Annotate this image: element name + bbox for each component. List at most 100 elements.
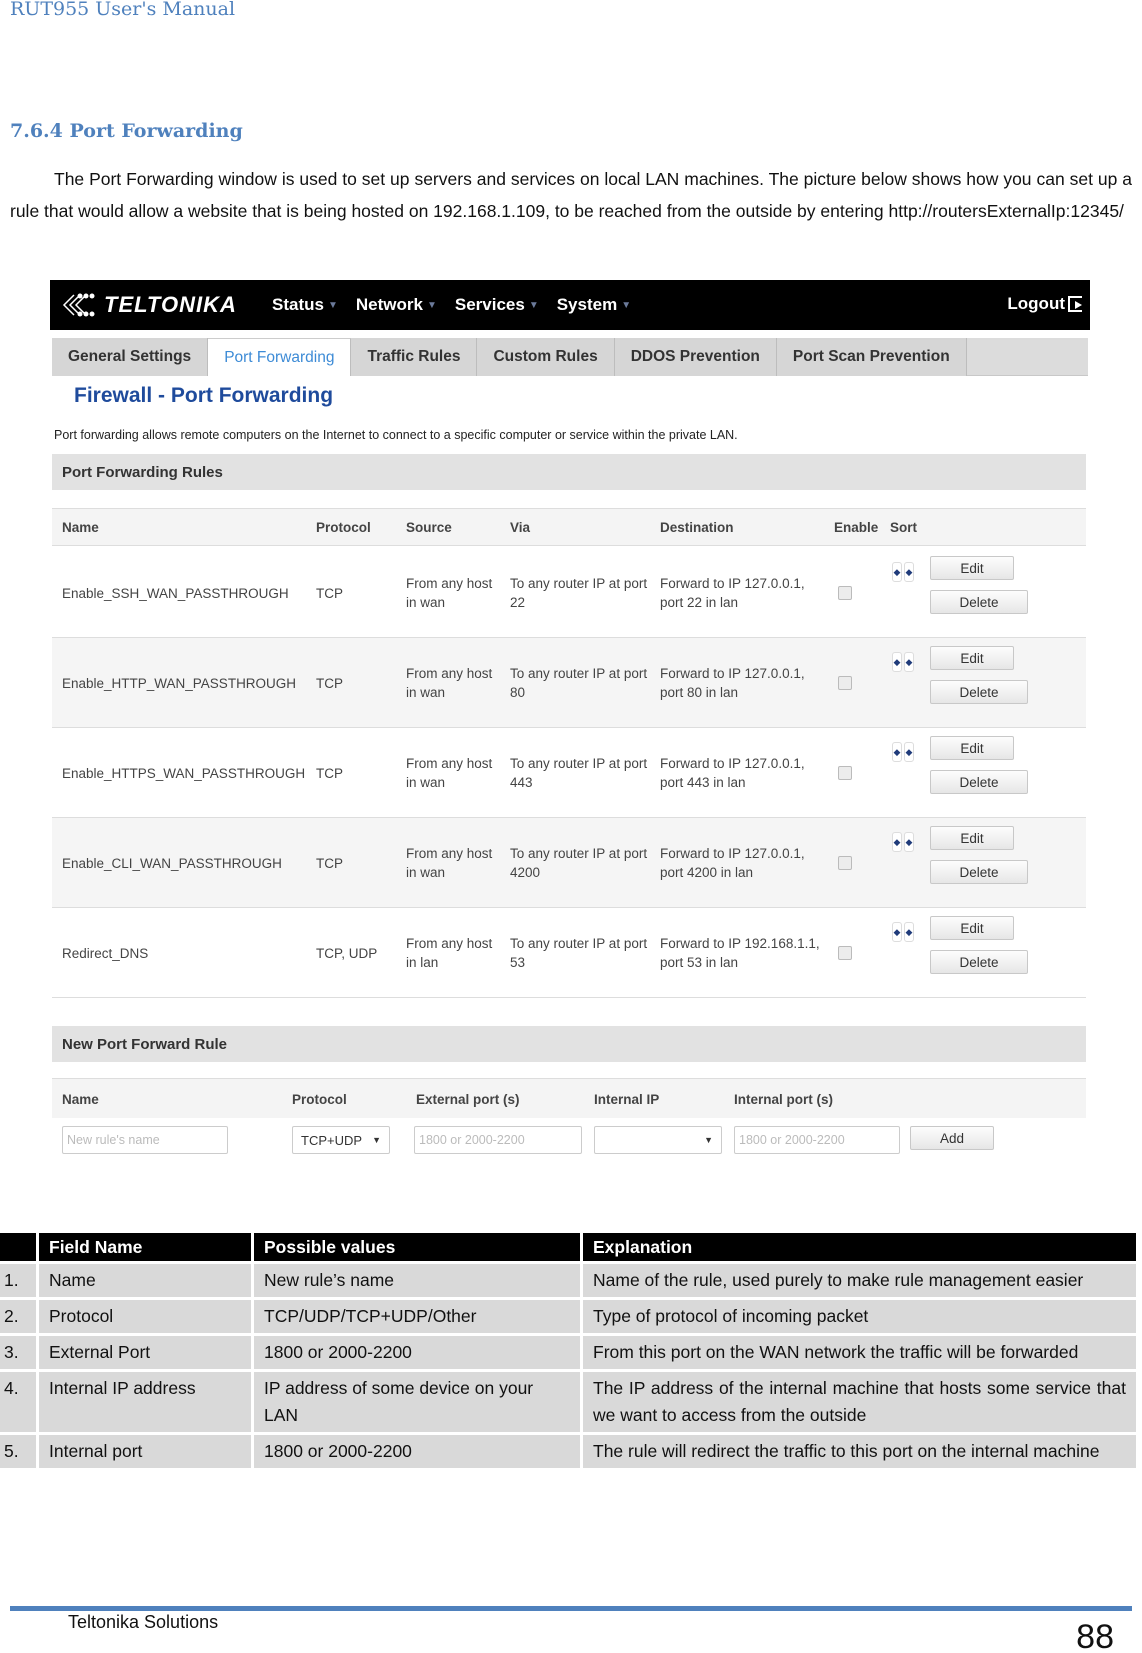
rule-enable-checkbox[interactable] bbox=[838, 946, 852, 960]
edit-button[interactable]: Edit bbox=[930, 826, 1014, 850]
page-description: Port forwarding allows remote computers … bbox=[54, 428, 738, 442]
col-destination: Destination bbox=[660, 520, 734, 535]
header-possible-values: Possible values bbox=[254, 1233, 580, 1261]
sort-down-icon[interactable]: ◆ bbox=[904, 742, 914, 762]
table-row: 5. Internal port 1800 or 2000-2200 The rule… bbox=[0, 1435, 1136, 1468]
rule-source-line1: From any host bbox=[406, 846, 493, 861]
teltonika-logo-icon bbox=[62, 293, 95, 317]
tab-general-settings[interactable]: General Settings bbox=[52, 338, 209, 376]
sort-up-icon[interactable]: ◆ bbox=[892, 652, 902, 672]
delete-button[interactable]: Delete bbox=[930, 680, 1028, 704]
chevron-down-icon: ▼ bbox=[528, 299, 539, 311]
table-row: 3. External Port 1800 or 2000-2200 From thi… bbox=[0, 1336, 1136, 1369]
new-rule-section-header: New Port Forward Rule bbox=[52, 1026, 1086, 1062]
nav-system[interactable]: System ▼ bbox=[557, 295, 631, 315]
sort-down-icon[interactable]: ◆ bbox=[904, 922, 914, 942]
delete-button[interactable]: Delete bbox=[930, 950, 1028, 974]
tab-custom-rules[interactable]: Custom Rules bbox=[477, 338, 615, 376]
intro-paragraph: The Port Forwarding window is used to se… bbox=[10, 163, 1132, 227]
sort-up-icon[interactable]: ◆ bbox=[892, 742, 902, 762]
new-col-name: Name bbox=[62, 1092, 99, 1107]
rule-via-line2: 4200 bbox=[510, 865, 541, 880]
new-rule-external-port-input[interactable]: 1800 or 2000-2200 bbox=[414, 1126, 582, 1154]
new-rule-protocol-select[interactable]: TCP+UDP ▼ bbox=[292, 1126, 390, 1154]
new-rule-internal-ip-select[interactable]: ▼ bbox=[594, 1126, 722, 1154]
edit-button[interactable]: Edit bbox=[930, 646, 1014, 670]
page-title: Firewall - Port Forwarding bbox=[74, 384, 334, 407]
field-name: Protocol bbox=[39, 1300, 251, 1333]
tab-port-scan-prevention[interactable]: Port Scan Prevention bbox=[776, 338, 967, 376]
tab-traffic-rules[interactable]: Traffic Rules bbox=[351, 338, 478, 376]
rule-dest-line2: port 22 in lan bbox=[660, 595, 739, 610]
tab-port-forwarding[interactable]: Port Forwarding bbox=[208, 338, 352, 376]
rule-via: To any router IP at port 53 bbox=[510, 934, 647, 972]
rule-dest-line1: Forward to IP 127.0.0.1, bbox=[660, 576, 805, 591]
rule-via-line2: 22 bbox=[510, 595, 526, 610]
page-number: 88 bbox=[1076, 1618, 1114, 1653]
brand-name: TELTONIKA bbox=[104, 292, 237, 317]
intro-text: The Port Forwarding window is used to se… bbox=[10, 169, 1132, 221]
rule-via: To any router IP at port 22 bbox=[510, 574, 647, 612]
teltonika-logo[interactable]: TELTONIKA bbox=[60, 290, 237, 320]
top-navigation-bar: TELTONIKA Status ▼ Network ▼ Services ▼ Sys… bbox=[50, 280, 1090, 330]
logout-icon bbox=[1068, 296, 1082, 312]
possible-values: New rule’s name bbox=[254, 1264, 580, 1297]
logout-button[interactable]: Logout bbox=[1007, 294, 1082, 314]
nav-network[interactable]: Network ▼ bbox=[356, 295, 437, 315]
col-via: Via bbox=[510, 520, 531, 535]
rule-protocol: TCP bbox=[316, 586, 343, 601]
rule-via: To any router IP at port 80 bbox=[510, 664, 647, 702]
new-rule-internal-port-input[interactable]: 1800 or 2000-2200 bbox=[734, 1126, 900, 1154]
rule-enable-checkbox[interactable] bbox=[838, 586, 852, 600]
row-number: 2. bbox=[0, 1300, 36, 1333]
table-row: 1. Name New rule’s name Name of the rule, u… bbox=[0, 1264, 1136, 1297]
header-num bbox=[0, 1233, 36, 1261]
sort-down-icon[interactable]: ◆ bbox=[904, 562, 914, 582]
rule-source-line2: in wan bbox=[406, 595, 446, 610]
rule-name: Enable_HTTP_WAN_PASSTHROUGH bbox=[62, 676, 297, 691]
delete-button[interactable]: Delete bbox=[930, 860, 1028, 884]
possible-values: 1800 or 2000-2200 bbox=[254, 1435, 580, 1468]
rule-via-line1: To any router IP at port bbox=[510, 756, 648, 771]
edit-button[interactable]: Edit bbox=[930, 916, 1014, 940]
sort-up-icon[interactable]: ◆ bbox=[892, 562, 902, 582]
header-field-name: Field Name bbox=[39, 1233, 251, 1261]
new-col-protocol: Protocol bbox=[292, 1092, 347, 1107]
sort-up-icon[interactable]: ◆ bbox=[892, 922, 902, 942]
nav-network-label: Network bbox=[355, 295, 423, 314]
sort-down-icon[interactable]: ◆ bbox=[904, 832, 914, 852]
nav-services-label: Services bbox=[454, 295, 525, 314]
rule-via-line2: 53 bbox=[510, 955, 526, 970]
delete-button[interactable]: Delete bbox=[930, 590, 1028, 614]
add-rule-button[interactable]: Add bbox=[910, 1126, 994, 1150]
sort-down-icon[interactable]: ◆ bbox=[904, 652, 914, 672]
new-col-internal-ip: Internal IP bbox=[594, 1092, 660, 1107]
tab-ddos-prevention[interactable]: DDOS Prevention bbox=[614, 338, 777, 376]
footer-divider bbox=[10, 1606, 1132, 1611]
rule-dest-line1: Forward to IP 127.0.0.1, bbox=[660, 846, 805, 861]
new-col-external-port: External port (s) bbox=[416, 1092, 520, 1107]
rule-via-line1: To any router IP at port bbox=[510, 846, 648, 861]
section-title: 7.6.4 Port Forwarding bbox=[10, 120, 243, 142]
rules-table-header: Name Protocol Source Via Destination Ena… bbox=[52, 508, 1086, 546]
nav-services[interactable]: Services ▼ bbox=[455, 295, 539, 315]
rule-enable-checkbox[interactable] bbox=[838, 766, 852, 780]
rule-enable-checkbox[interactable] bbox=[838, 856, 852, 870]
rule-via-line2: 443 bbox=[510, 775, 533, 790]
edit-button[interactable]: Edit bbox=[930, 556, 1014, 580]
logout-label: Logout bbox=[1007, 294, 1065, 313]
rule-protocol: TCP bbox=[316, 676, 343, 691]
edit-button[interactable]: Edit bbox=[930, 736, 1014, 760]
nav-status-label: Status bbox=[272, 295, 324, 314]
new-rule-name-input[interactable]: New rule's name bbox=[62, 1126, 228, 1154]
col-sort: Sort bbox=[890, 520, 917, 535]
sort-up-icon[interactable]: ◆ bbox=[892, 832, 902, 852]
field-description-table: Field Name Possible values Explanation 1… bbox=[0, 1230, 1139, 1471]
possible-values: IP address of some device on your LAN bbox=[254, 1372, 580, 1432]
chevron-down-icon: ▼ bbox=[621, 299, 632, 311]
delete-button[interactable]: Delete bbox=[930, 770, 1028, 794]
new-col-internal-port: Internal port (s) bbox=[734, 1092, 834, 1107]
rule-enable-checkbox[interactable] bbox=[838, 676, 852, 690]
nav-status[interactable]: Status ▼ bbox=[272, 295, 338, 315]
field-name: Internal port bbox=[39, 1435, 251, 1468]
